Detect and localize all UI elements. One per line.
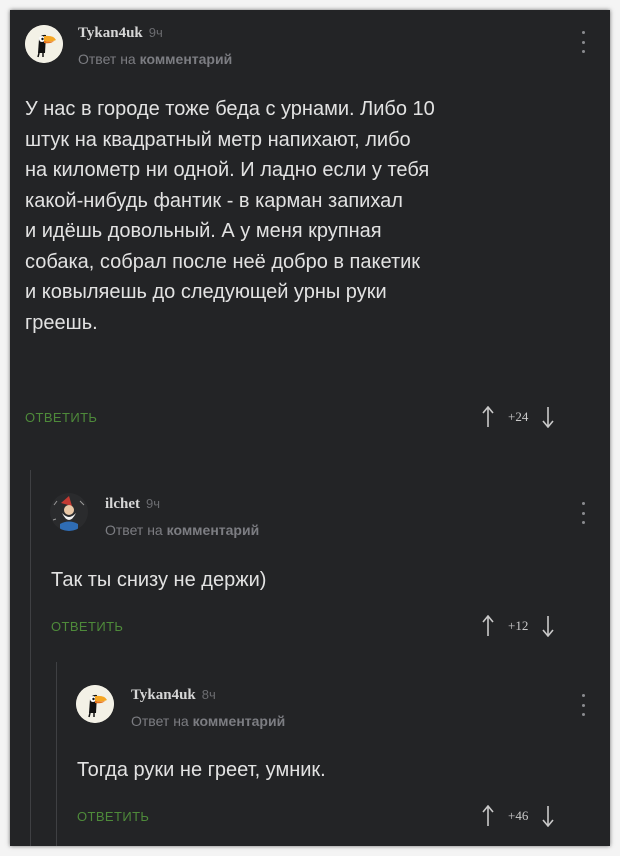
comment-body: У нас в городе тоже беда с урнами. Либо …: [25, 94, 435, 338]
username-text[interactable]: Tykan4uk: [78, 25, 143, 41]
comment-time: 9ч: [146, 496, 161, 511]
downvote-arrow-icon[interactable]: [542, 615, 554, 637]
toucan-avatar[interactable]: [76, 685, 114, 723]
comment-line: на километр ни одной. И ладно если у теб…: [25, 159, 430, 181]
more-vertical-icon[interactable]: [578, 694, 588, 716]
comment-line: греешь.: [25, 311, 98, 334]
upvote-arrow-icon[interactable]: [482, 406, 494, 428]
reply-target-link[interactable]: комментарий: [193, 713, 286, 729]
username[interactable]: Tykan4uk 9ч: [78, 25, 163, 42]
upvote-arrow-icon[interactable]: [482, 615, 494, 637]
reply-button[interactable]: ОТВЕТИТЬ: [77, 809, 149, 824]
comment-line: Так ты снизу не держи): [51, 569, 267, 591]
vote-score: +46: [508, 808, 529, 823]
comment-time: 8ч: [201, 687, 216, 702]
reply-prefix: Ответ на: [131, 713, 189, 729]
comment-line: У нас в городе тоже беда с урнами. Либо …: [25, 98, 435, 120]
vote-controls: +46: [482, 805, 554, 827]
reply-target-link[interactable]: комментарий: [167, 522, 260, 538]
comments-panel: Tykan4uk 9ч Ответ на комментарий У нас в …: [10, 10, 610, 846]
reply-note: Ответ на комментарий: [131, 713, 285, 729]
username[interactable]: Tykan4uk 8ч: [131, 687, 216, 704]
downvote-arrow-icon[interactable]: [542, 406, 554, 428]
comment-line: Тогда руки не греет, умник.: [77, 759, 326, 781]
username[interactable]: ilchet 9ч: [105, 496, 160, 513]
vote-controls: +24: [482, 406, 554, 428]
reply-button[interactable]: ОТВЕТИТЬ: [25, 410, 97, 425]
reply-button[interactable]: ОТВЕТИТЬ: [51, 619, 123, 634]
username-text[interactable]: ilchet: [105, 496, 140, 512]
reply-note: Ответ на комментарий: [105, 522, 259, 538]
comment-line: штук на квадратный метр напихают, либо: [25, 128, 411, 151]
reply-prefix: Ответ на: [78, 51, 136, 67]
comment-line: какой-нибудь фантик - в карман запихал: [25, 189, 403, 212]
vote-score: +12: [508, 618, 529, 633]
upvote-arrow-icon[interactable]: [482, 805, 494, 827]
comment-line: и ковыляешь до следующей урны руки: [25, 281, 387, 303]
reply-prefix: Ответ на: [105, 522, 163, 538]
reply-target-link[interactable]: комментарий: [140, 51, 233, 67]
comment-time: 9ч: [148, 25, 163, 40]
comment-line: собака, собрал после неё добро в пакетик: [25, 250, 421, 273]
username-text[interactable]: Tykan4uk: [131, 687, 196, 703]
downvote-arrow-icon[interactable]: [542, 805, 554, 827]
comment-line: и идёшь довольный. А у меня крупная: [25, 220, 382, 242]
gnome-avatar[interactable]: [50, 493, 88, 531]
more-vertical-icon[interactable]: [578, 502, 588, 524]
comment-3: Tykan4uk 8ч Ответ на комментарий Тогда ру…: [10, 662, 610, 846]
more-vertical-icon[interactable]: [578, 31, 588, 53]
comment-body: Так ты снизу не держи): [51, 565, 266, 596]
vote-score: +24: [508, 409, 529, 424]
vote-controls: +12: [482, 615, 554, 637]
toucan-avatar[interactable]: [25, 25, 63, 63]
comment-body: Тогда руки не греет, умник.: [77, 755, 326, 786]
comment-2: ilchet 9ч Ответ на комментарий Так ты сни…: [10, 470, 610, 660]
reply-note: Ответ на комментарий: [78, 51, 232, 67]
comment-1: Tykan4uk 9ч Ответ на комментарий У нас в …: [10, 10, 610, 460]
